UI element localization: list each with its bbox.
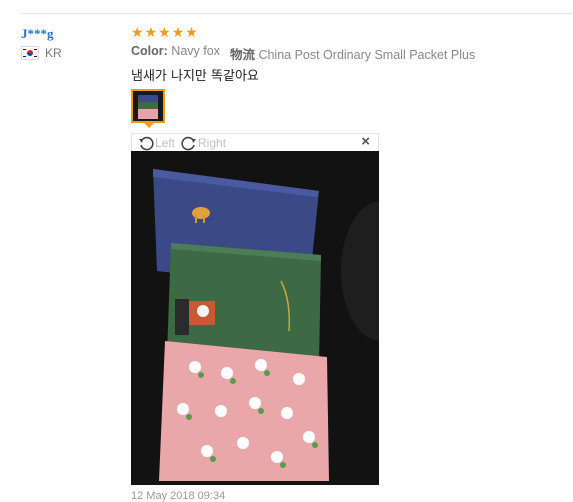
country-code: KR [45, 46, 62, 60]
review-photo-image [131, 151, 379, 485]
color-value: Navy fox [171, 44, 220, 58]
star-icon: ★ [171, 24, 185, 40]
shipping-label: 物流 [229, 48, 255, 62]
rotate-left-button[interactable]: Left [138, 135, 175, 151]
review-date: 12 May 2018 09:34 [131, 490, 226, 502]
rotate-left-label: Left [155, 135, 176, 150]
review-photo-thumbnail[interactable] [131, 89, 165, 123]
top-divider [20, 13, 573, 14]
rotate-right-icon [181, 136, 197, 150]
shipping-attribute: 物流 China Post Ordinary Small Packet Plus [230, 44, 475, 63]
review-photo [131, 151, 379, 485]
star-icon: ★ [185, 24, 198, 40]
color-label: Color: [131, 44, 168, 58]
close-icon[interactable]: × [361, 133, 370, 150]
rotate-right-label: Right [198, 135, 227, 150]
color-attribute: Color: Navy fox [131, 44, 220, 63]
thumbnail-pointer [143, 122, 155, 128]
korea-flag-icon [21, 46, 39, 60]
rotate-right-button[interactable]: Right [181, 135, 226, 151]
star-icon: ★ [158, 24, 171, 40]
shipping-value: China Post Ordinary Small Packet Plus [258, 48, 476, 62]
order-attributes: Color: Navy fox 物流 China Post Ordinary S… [131, 44, 475, 63]
star-icon: ★ [144, 24, 158, 40]
photo-viewer-toolbar: Left Right × [131, 133, 379, 151]
buyer-name[interactable]: J***g [21, 26, 54, 42]
rotate-left-icon [139, 136, 154, 150]
star-icon: ★ [131, 24, 144, 40]
buyer-country: KR [21, 46, 62, 60]
review-text: 냄새가 나지만 똑같아요 [131, 69, 259, 84]
star-rating: ★ ★ ★ ★ ★ [131, 25, 198, 39]
